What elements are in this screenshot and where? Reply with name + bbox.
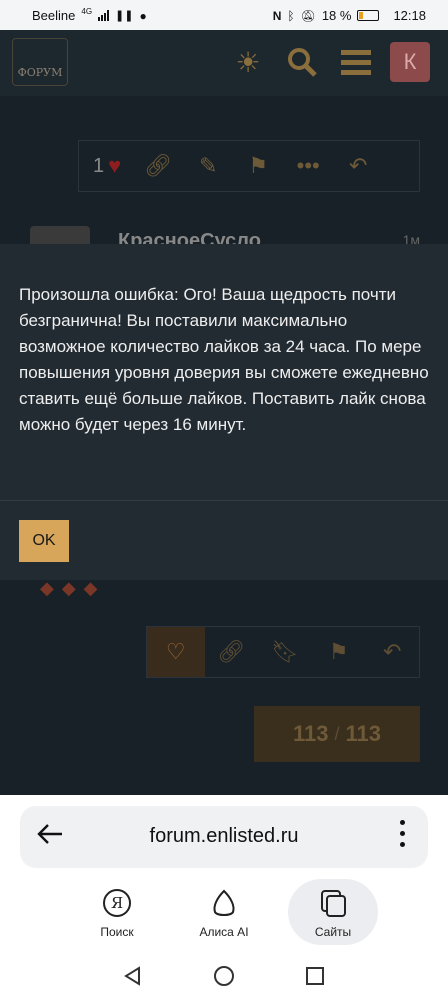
bookmark-icon[interactable]: 🔖︎	[258, 639, 312, 665]
bluetooth-icon: ᛒ	[287, 8, 295, 23]
battery-percent: 18 %	[321, 8, 352, 23]
topic-progress[interactable]: 113 / 113	[254, 706, 420, 762]
forum-logo[interactable]: ФОРУМ	[12, 38, 68, 86]
user-avatar[interactable]: К	[390, 42, 430, 82]
forum-header: ФОРУМ ☀ К	[0, 30, 448, 96]
reply-icon[interactable]: ↶	[365, 639, 419, 665]
tab-search[interactable]: Я Поиск	[72, 879, 162, 945]
nav-home-icon[interactable]	[213, 965, 235, 992]
nav-back-icon[interactable]	[123, 965, 143, 991]
edit-icon[interactable]: ✎	[183, 153, 233, 179]
address-bar[interactable]: forum.enlisted.ru	[20, 806, 428, 868]
tabs-icon	[317, 887, 349, 919]
signal-icon	[98, 10, 110, 21]
link-icon[interactable]: 🔗︎	[205, 639, 259, 665]
reply-icon[interactable]: ↶	[333, 153, 383, 179]
more-icon[interactable]: •••	[283, 153, 333, 179]
post-actions-bar-2: ♡ 🔗︎ 🔖︎ ⚑ ↶	[146, 626, 420, 678]
link-icon[interactable]: 🔗︎	[133, 153, 183, 179]
browser-bottom-bar: forum.enlisted.ru Я Поиск Алиса AI Сайты	[0, 795, 448, 1000]
nfc-icon: N	[272, 8, 282, 23]
pause-icon: ❚❚	[115, 10, 134, 22]
theme-toggle-icon[interactable]: ☀	[228, 42, 268, 82]
flag-icon[interactable]: ⚑	[233, 153, 283, 179]
tab-sites[interactable]: Сайты	[288, 879, 378, 945]
dialog-divider	[0, 500, 448, 501]
silent-icon: 🔕︎	[300, 8, 316, 23]
clock: 12:18	[393, 8, 426, 23]
flag-icon[interactable]: ⚑	[312, 639, 366, 665]
like-count: 1	[93, 154, 105, 177]
menu-icon[interactable]	[336, 42, 376, 82]
error-dialog: Произошла ошибка: Ого! Ваша щедрость поч…	[0, 244, 448, 580]
message-icon: ●	[139, 8, 147, 23]
system-nav-bar	[0, 961, 448, 995]
network-type: 4G	[81, 7, 93, 16]
post-header: КрасноеСусло 1м	[0, 214, 448, 256]
nav-recents-icon[interactable]	[305, 966, 325, 991]
url-text[interactable]: forum.enlisted.ru	[20, 825, 428, 848]
error-message: Произошла ошибка: Ого! Ваша щедрость поч…	[19, 285, 429, 434]
heart-outline-icon[interactable]: ♡	[147, 627, 205, 677]
battery-icon	[357, 10, 380, 21]
alice-icon	[208, 887, 240, 919]
tab-alice[interactable]: Алиса AI	[179, 879, 269, 945]
yandex-icon: Я	[101, 887, 133, 919]
carrier-label: Beeline	[32, 8, 76, 23]
ok-button[interactable]: OK	[19, 520, 69, 562]
post-actions-bar: 1 ♥ 🔗︎ ✎ ⚑ ••• ↶	[78, 140, 420, 192]
heart-icon[interactable]: ♥	[108, 153, 121, 179]
search-icon[interactable]	[282, 42, 322, 82]
emoji-row: ◆◆◆	[40, 578, 106, 598]
status-bar: Beeline 4G ❚❚ ● N ᛒ 🔕︎ 18 % 12:18	[0, 0, 448, 30]
more-menu-icon[interactable]	[400, 820, 406, 847]
browser-tabs: Я Поиск Алиса AI Сайты	[0, 879, 448, 945]
